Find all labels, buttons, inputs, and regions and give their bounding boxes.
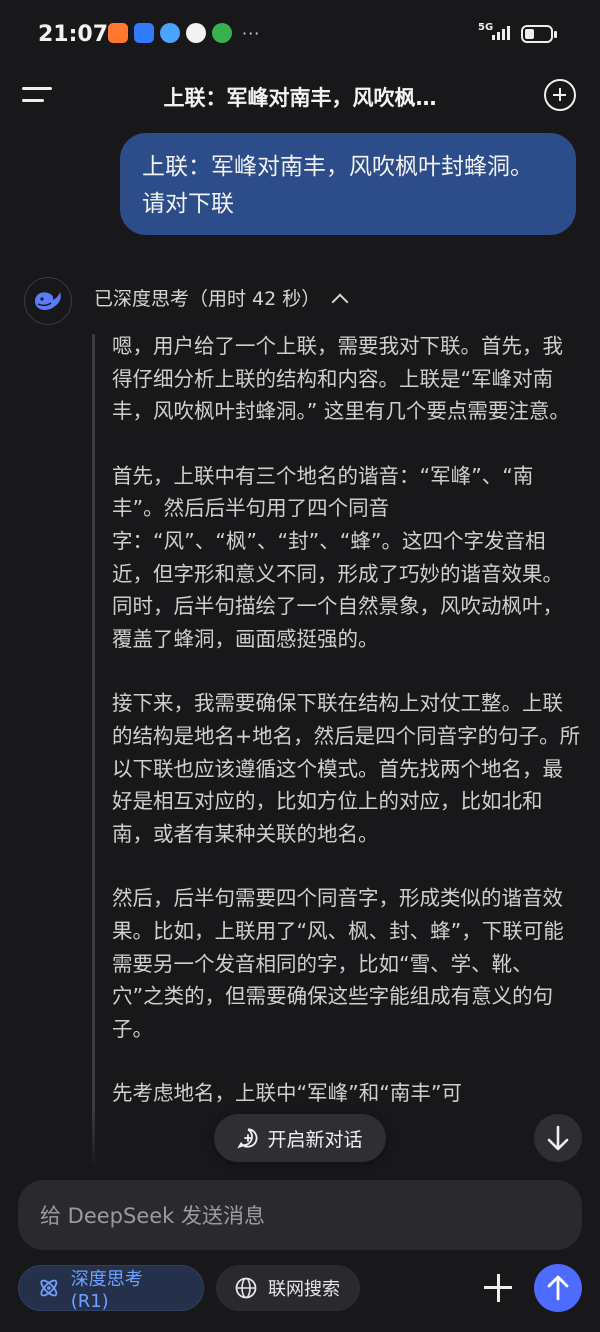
conversation-title: 上联：军峰对南丰，风吹枫…	[163, 86, 437, 110]
notification-icons: ···	[108, 23, 260, 43]
user-message-bubble: 上联：军峰对南丰，风吹枫叶封蜂洞。请对下联	[120, 133, 576, 235]
chat-bubble-icon	[186, 23, 206, 43]
arrow-down-icon	[547, 1125, 569, 1151]
more-notifications-icon: ···	[242, 23, 261, 43]
menu-icon[interactable]	[22, 82, 56, 112]
thinking-paragraph: 接下来，我需要确保下联在结构上对仗工整。上联的结构是地名+地名，然后是四个同音字…	[112, 691, 581, 846]
network-type: 5G	[478, 22, 494, 33]
battery-icon	[521, 25, 557, 43]
globe-icon	[235, 1277, 257, 1299]
message-composer	[18, 1180, 582, 1252]
thinking-paragraph: 首先，上联中有三个地名的谐音：“军峰”、“南丰”。然后后半句用了四个同音字：“风…	[112, 463, 563, 651]
scroll-down-button[interactable]	[534, 1114, 582, 1162]
status-bar: 21:07 ··· 5G	[0, 0, 600, 70]
chat-header: 上联：军峰对南丰，风吹枫…	[0, 70, 600, 126]
chat-plus-icon	[237, 1128, 258, 1149]
thinking-content: 嗯，用户给了一个上联，需要我对下联。首先，我得仔细分析上联的结构和内容。上联是“…	[112, 330, 582, 1160]
new-chat-icon[interactable]	[544, 79, 576, 111]
message-input[interactable]	[38, 1180, 566, 1252]
chevron-up-icon	[331, 293, 349, 311]
thinking-divider	[92, 334, 95, 1164]
deep-think-toggle[interactable]: 深度思考 (R1)	[18, 1265, 204, 1312]
signal-icon	[492, 26, 510, 40]
deep-think-label: 深度思考 (R1)	[70, 1268, 143, 1312]
deepseek-avatar	[24, 277, 72, 325]
taobao-icon	[108, 23, 128, 43]
web-search-label: 联网搜索	[268, 1279, 340, 1300]
thinking-paragraph: 先考虑地名，上联中“军峰”和“南丰”可	[112, 1081, 462, 1106]
thinking-toggle[interactable]: 已深度思考（用时 42 秒）	[94, 284, 349, 311]
arrow-up-icon	[547, 1275, 569, 1301]
green-app-icon	[212, 23, 232, 43]
send-button[interactable]	[534, 1264, 582, 1312]
attach-plus-icon[interactable]	[480, 1270, 516, 1306]
atom-icon	[40, 1279, 58, 1297]
alipay-icon	[134, 23, 154, 43]
web-search-toggle[interactable]: 联网搜索	[216, 1265, 360, 1311]
new-conversation-label: 开启新对话	[267, 1128, 363, 1151]
whale-logo-icon	[35, 292, 61, 310]
new-conversation-button[interactable]: 开启新对话	[214, 1114, 386, 1162]
thinking-paragraph: 然后，后半句需要四个同音字，形成类似的谐音效果。比如，上联用了“风、枫、封、蜂”…	[112, 886, 564, 1041]
weather-icon	[160, 23, 180, 43]
status-time: 21:07	[38, 22, 109, 47]
thinking-header-label: 已深度思考（用时 42 秒）	[94, 288, 321, 310]
thinking-paragraph: 嗯，用户给了一个上联，需要我对下联。首先，我得仔细分析上联的结构和内容。上联是“…	[112, 334, 570, 424]
